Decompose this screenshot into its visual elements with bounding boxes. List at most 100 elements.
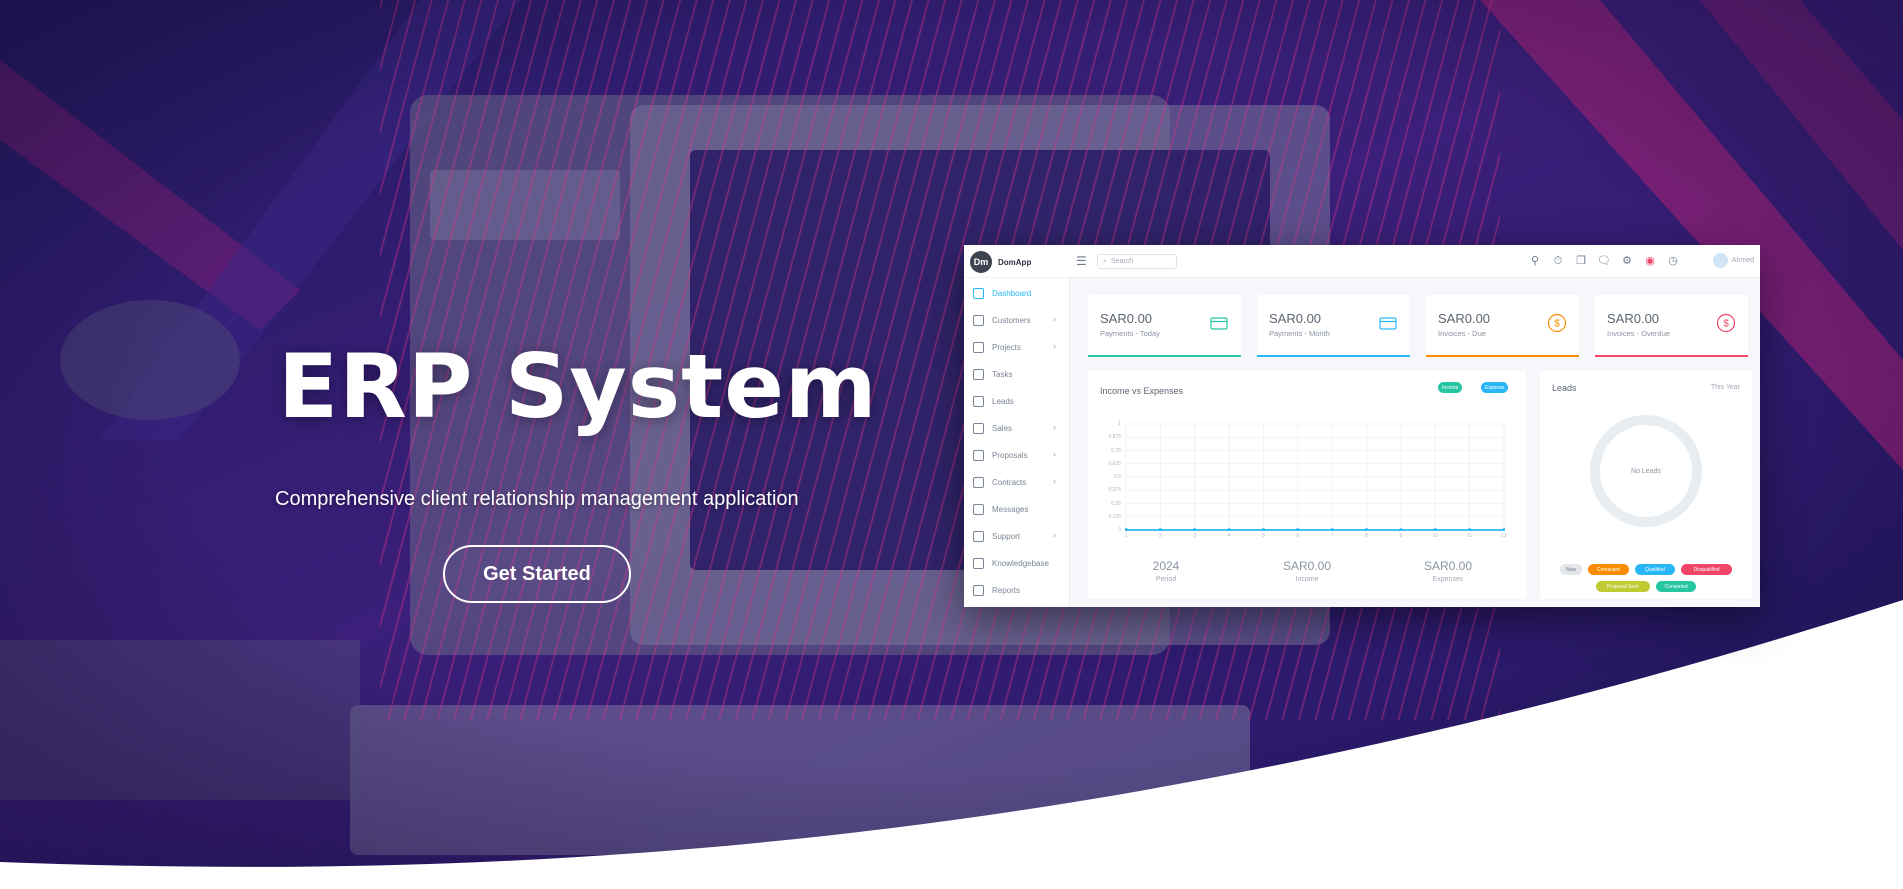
sidebar-item-label: Leads — [992, 396, 1014, 406]
lead-status-pill[interactable]: New — [1560, 564, 1582, 575]
sidebar-item-proposals[interactable]: Proposals › — [964, 444, 1070, 466]
bell-icon[interactable]: ⚲ — [1528, 254, 1542, 268]
lead-status-pill[interactable]: Qualified — [1634, 564, 1676, 575]
card-icon — [1378, 313, 1398, 333]
lead-status-pill[interactable]: Converted — [1655, 581, 1697, 592]
data-point-expense[interactable] — [1502, 528, 1505, 531]
svg-text:$: $ — [1554, 319, 1560, 330]
y-tick-label: 0.5 — [1114, 474, 1121, 480]
app-sidebar: Dashboard Customers › Projects › Tasks Leads Sa… — [964, 278, 1070, 607]
income-chart-title: Income vs Expenses — [1100, 386, 1184, 396]
sidebar-item-projects[interactable]: Projects › — [964, 336, 1070, 358]
data-point-expense[interactable] — [1296, 528, 1300, 531]
dollar-icon: $ — [1716, 313, 1736, 333]
lead-status-pill[interactable]: Disqualified — [1681, 564, 1732, 575]
chevron-right-icon: › — [1053, 449, 1056, 459]
data-point-expense[interactable] — [1433, 528, 1438, 531]
chat-icon[interactable]: 🗨 — [1597, 254, 1611, 268]
sidebar-item-sales[interactable]: Sales › — [964, 417, 1070, 439]
summary-card[interactable]: SAR0.00 Payments - Today — [1088, 295, 1241, 357]
get-started-button[interactable]: Get Started — [443, 545, 631, 603]
timer-icon[interactable]: ⏱ — [1551, 254, 1565, 268]
card-accent-bar — [1595, 355, 1748, 357]
data-point-expense[interactable] — [1467, 528, 1472, 531]
data-point-expense[interactable] — [1330, 528, 1334, 531]
lead-status-pill[interactable]: Contacted — [1588, 564, 1629, 575]
app-logo: Dm — [970, 251, 992, 273]
avatar — [1712, 253, 1728, 268]
sidebar-item-label: Reports — [992, 585, 1021, 595]
x-tick-label: 2 — [1158, 533, 1162, 539]
income-value: SAR0.00 — [1282, 559, 1332, 573]
sidebar-item-support[interactable]: Support › — [964, 525, 1070, 547]
sidebar-item-contracts[interactable]: Contracts › — [964, 471, 1070, 493]
gear-icon[interactable]: ⚙ — [1620, 254, 1634, 268]
income-legend-pill[interactable]: Income — [1438, 382, 1463, 393]
data-point-expense[interactable] — [1261, 528, 1266, 531]
search-input[interactable]: ⌕ Search — [1097, 254, 1177, 269]
folder-icon — [973, 341, 984, 353]
card-amount: SAR0.00 — [1100, 311, 1153, 326]
summary-card[interactable]: SAR0.00 Invoices - Due $ — [1426, 295, 1579, 357]
list-icon — [973, 368, 984, 380]
file-icon — [973, 449, 984, 461]
chevron-right-icon: › — [1053, 422, 1056, 432]
data-point-expense[interactable] — [1192, 528, 1197, 531]
x-tick-label: 11 — [1467, 533, 1473, 539]
x-tick-label: 8 — [1365, 533, 1368, 539]
data-point-expense[interactable] — [1399, 528, 1403, 531]
data-point-expense[interactable] — [1158, 528, 1163, 531]
card-amount: SAR0.00 — [1438, 311, 1491, 326]
app-brand-name: DomApp — [998, 257, 1032, 267]
data-point-expense[interactable] — [1227, 528, 1231, 531]
wallet-icon — [973, 422, 984, 434]
hamburger-menu-icon[interactable]: ☰ — [1076, 255, 1087, 267]
globe-icon[interactable]: ◷ — [1666, 254, 1680, 268]
leads-period[interactable]: This Year — [1711, 384, 1740, 391]
hero-subtitle: Comprehensive client relationship manage… — [275, 488, 799, 510]
search-placeholder: Search — [1110, 258, 1134, 265]
period-label: Period — [1155, 576, 1177, 583]
sidebar-item-knowledgebase[interactable]: Knowledgebase — [964, 552, 1070, 574]
data-point-expense[interactable] — [1364, 528, 1369, 531]
no-leads-text: No Leads — [1631, 467, 1661, 475]
message-icon — [973, 503, 984, 515]
sidebar-item-leads[interactable]: Leads — [964, 390, 1070, 412]
sidebar-item-customers[interactable]: Customers › — [964, 309, 1070, 331]
sidebar-item-tasks[interactable]: Tasks — [964, 363, 1070, 385]
user-menu[interactable]: Ahmed — [1712, 253, 1754, 268]
sidebar-item-dashboard[interactable]: Dashboard — [964, 282, 1070, 304]
summary-card[interactable]: SAR0.00 Payments - Month — [1257, 295, 1410, 357]
app-brand[interactable]: Dm DomApp — [970, 251, 1031, 273]
copy-icon[interactable]: ❐ — [1574, 254, 1588, 268]
card-label: Invoices - Due — [1438, 329, 1486, 338]
lifebuoy-icon[interactable]: ◉ — [1643, 254, 1657, 268]
x-tick-label: 5 — [1262, 533, 1265, 539]
x-tick-label: 3 — [1193, 533, 1197, 539]
expense-legend-pill[interactable]: Expense — [1481, 382, 1509, 393]
card-label: Invoices - Overdue — [1607, 329, 1670, 338]
leads-donut: No Leads — [1590, 415, 1702, 527]
phone-icon — [973, 395, 984, 407]
sidebar-item-label: Dashboard — [992, 288, 1032, 298]
lead-status-pill[interactable]: Proposal Sent — [1595, 581, 1650, 592]
sidebar-item-label: Messages — [992, 504, 1029, 514]
y-tick-label: 0.625 — [1108, 460, 1121, 467]
user-icon — [973, 314, 984, 326]
sidebar-item-reports[interactable]: Reports — [964, 579, 1070, 601]
y-tick-label: 0.125 — [1108, 513, 1121, 520]
y-tick-label: 1 — [1118, 421, 1121, 427]
card-amount: SAR0.00 — [1607, 311, 1660, 326]
contract-icon — [973, 476, 984, 488]
card-icon — [1209, 313, 1229, 333]
summary-card[interactable]: SAR0.00 Invoices - Overdue $ — [1595, 295, 1748, 357]
user-name: Ahmed — [1731, 257, 1754, 264]
sidebar-item-label: Projects — [992, 342, 1021, 352]
sidebar-item-messages[interactable]: Messages — [964, 498, 1070, 520]
chevron-right-icon: › — [1053, 476, 1056, 486]
data-point-expense[interactable] — [1125, 528, 1128, 531]
expenses-label: Expenses — [1432, 576, 1464, 583]
topbar-icons: ⚲ ⏱ ❐ 🗨 ⚙ ◉ ◷ — [1528, 254, 1680, 268]
y-tick-label: 0.875 — [1108, 434, 1121, 441]
app-topbar: Dm DomApp ☰ ⌕ Search ⚲ ⏱ ❐ 🗨 ⚙ ◉ ◷ Ahmed — [964, 245, 1760, 278]
